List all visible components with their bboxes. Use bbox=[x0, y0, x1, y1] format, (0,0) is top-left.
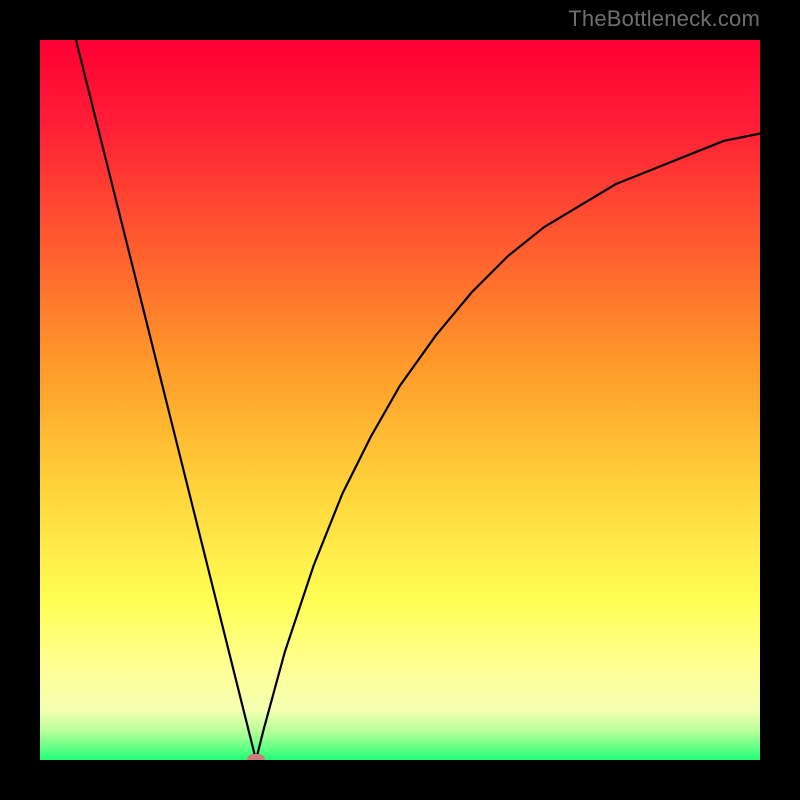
bottleneck-curve bbox=[40, 40, 760, 760]
watermark-text: TheBottleneck.com bbox=[568, 6, 760, 32]
chart-container: TheBottleneck.com bbox=[0, 0, 800, 800]
optimal-point-marker bbox=[247, 754, 265, 760]
plot-area bbox=[40, 40, 760, 760]
